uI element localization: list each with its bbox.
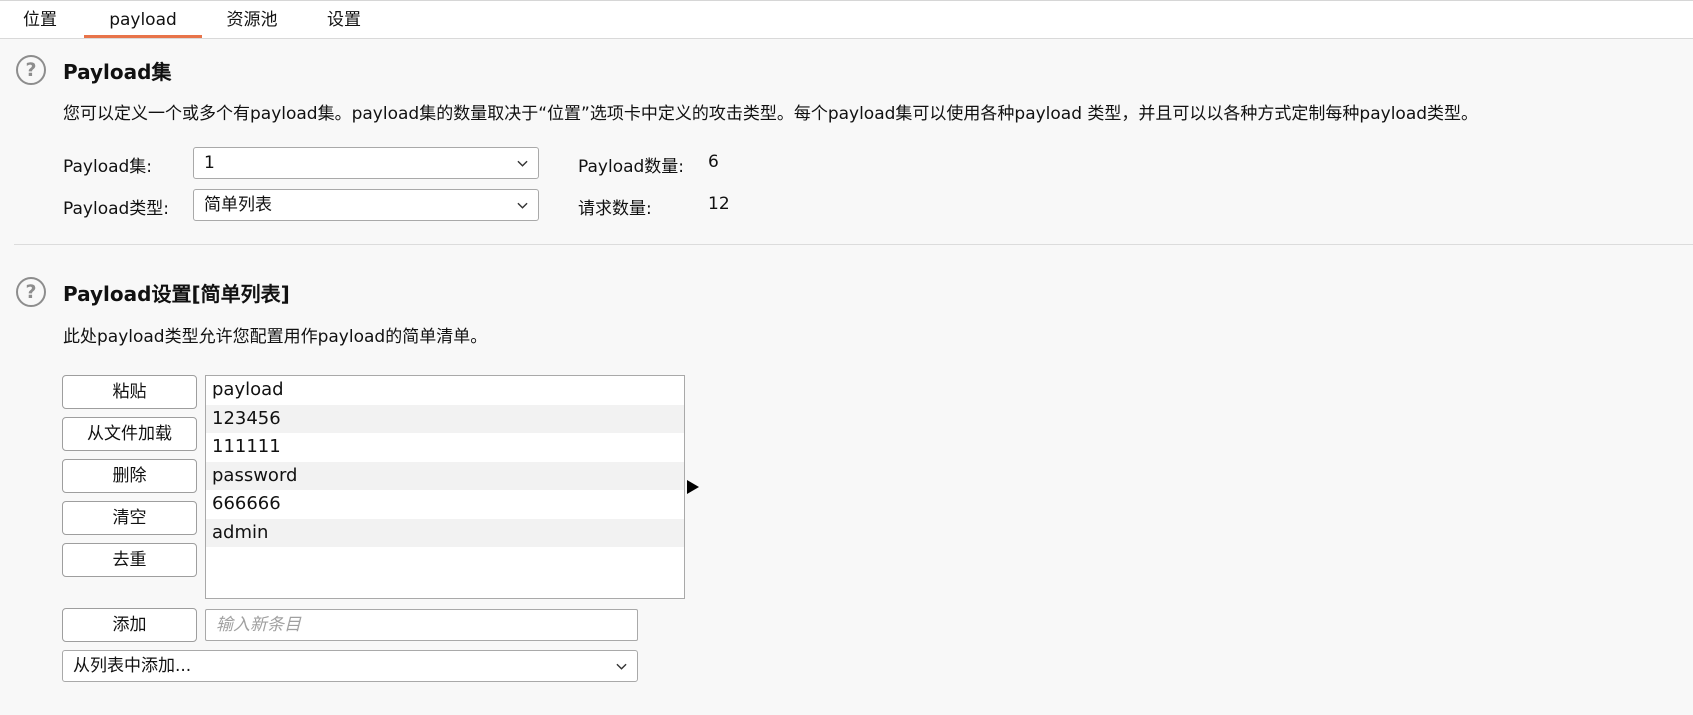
add-button[interactable]: 添加 (62, 608, 197, 642)
load-file-button[interactable]: 从文件加载 (62, 417, 197, 451)
new-item-input[interactable] (205, 609, 638, 641)
payload-type-value: 简单列表 (204, 195, 272, 215)
question-circle-icon[interactable]: ? (16, 277, 46, 307)
chevron-down-icon (517, 160, 528, 167)
list-item[interactable]: 123456 (206, 404, 684, 433)
tab-resource-pool[interactable]: 资源池 (212, 2, 292, 38)
payload-count-label: Payload数量: (578, 157, 685, 177)
list-item[interactable]: admin (206, 518, 684, 547)
question-circle-icon[interactable]: ? (16, 55, 46, 85)
payload-sets-description: 您可以定义一个或多个有payload集。payload集的数量取决于“位置”选项… (63, 104, 1479, 124)
payload-count-value: 6 (708, 152, 719, 172)
request-count-value: 12 (708, 194, 730, 214)
paste-button[interactable]: 粘贴 (62, 375, 197, 409)
request-count-label: 请求数量: (578, 199, 652, 219)
list-item[interactable]: password (206, 461, 684, 490)
payload-set-select[interactable]: 1 (193, 147, 539, 179)
list-item[interactable]: 111111 (206, 433, 684, 462)
payload-sets-title: Payload集 (63, 60, 172, 84)
chevron-down-icon (517, 202, 528, 209)
list-item[interactable]: payload (206, 376, 684, 405)
section-divider (14, 244, 1693, 245)
tab-bar: 位置 payload 资源池 设置 (0, 0, 1693, 39)
payload-set-value: 1 (204, 153, 215, 173)
add-from-list-select[interactable]: 从列表中添加... (62, 650, 638, 682)
payload-list[interactable]: payload 123456 111111 password 666666 ad… (205, 375, 685, 599)
chevron-down-icon (616, 663, 627, 670)
tab-settings[interactable]: 设置 (308, 2, 380, 38)
deduplicate-button[interactable]: 去重 (62, 543, 197, 577)
clear-button[interactable]: 清空 (62, 501, 197, 535)
payload-type-select[interactable]: 简单列表 (193, 189, 539, 221)
expand-arrow-icon[interactable] (686, 479, 700, 495)
payload-set-label: Payload集: (63, 157, 153, 177)
payload-options-title: Payload设置[简单列表] (63, 282, 290, 306)
payload-type-label: Payload类型: (63, 199, 170, 219)
remove-button[interactable]: 删除 (62, 459, 197, 493)
tab-payloads[interactable]: payload (84, 2, 202, 38)
add-from-list-value: 从列表中添加... (73, 656, 192, 676)
payload-options-description: 此处payload类型允许您配置用作payload的简单清单。 (63, 327, 488, 347)
list-item[interactable]: 666666 (206, 490, 684, 519)
tab-positions[interactable]: 位置 (4, 2, 76, 38)
